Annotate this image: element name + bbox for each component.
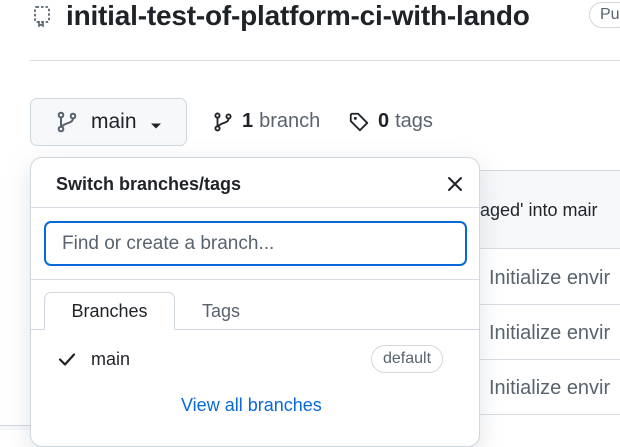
- git-branch-icon: [212, 111, 234, 133]
- close-icon[interactable]: [445, 174, 465, 194]
- file-commit-message[interactable]: Initialize envir: [489, 377, 610, 400]
- branch-name: main: [91, 349, 131, 369]
- tags-count: 0: [378, 110, 390, 132]
- git-branch-icon: [55, 110, 79, 134]
- tag-icon: [348, 111, 370, 133]
- header-divider: [30, 60, 620, 61]
- switch-branches-popover: Switch branches/tags Branches Tags main …: [30, 157, 480, 447]
- repo-name-link[interactable]: initial-test-of-platform-ci-with-lando: [66, 0, 530, 32]
- latest-commit-message[interactable]: aged' into mair: [480, 200, 598, 221]
- file-commit-message[interactable]: Initialize envir: [489, 267, 610, 290]
- repo-header: initial-test-of-platform-ci-with-lando P…: [0, 0, 620, 34]
- branches-label: branch: [259, 110, 321, 132]
- tags-count-link[interactable]: 0 tags: [348, 110, 433, 133]
- branch-selector-button[interactable]: main: [30, 98, 187, 146]
- popover-divider: [31, 207, 479, 208]
- popover-divider: [31, 279, 479, 280]
- check-icon: [57, 349, 77, 369]
- tab-branches[interactable]: Branches: [44, 292, 175, 330]
- tags-label: tags: [395, 110, 433, 132]
- branches-count: 1: [242, 110, 254, 132]
- branch-search-input[interactable]: [44, 221, 467, 266]
- branch-list-item[interactable]: main default: [31, 341, 479, 377]
- branches-count-link[interactable]: 1 branch: [212, 110, 320, 133]
- repo-template-icon: [32, 5, 52, 28]
- default-badge: default: [371, 345, 444, 373]
- tab-tags[interactable]: Tags: [181, 292, 261, 330]
- popover-title: Switch branches/tags: [56, 174, 242, 194]
- visibility-badge: Pu: [589, 2, 620, 28]
- current-branch-label: main: [91, 110, 137, 133]
- view-all-branches-link[interactable]: View all branches: [181, 395, 322, 416]
- file-commit-message[interactable]: Initialize envir: [489, 322, 610, 345]
- caret-down-icon: [149, 115, 163, 129]
